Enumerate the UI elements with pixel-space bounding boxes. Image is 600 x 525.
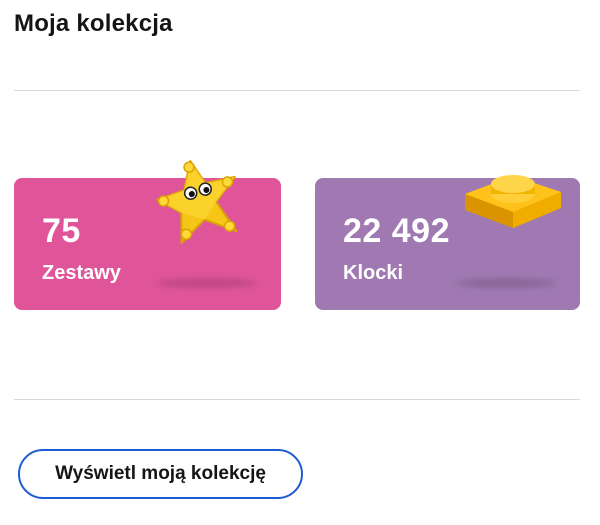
view-my-collection-button[interactable]: Wyświetl moją kolekcję [18, 449, 303, 499]
bricks-count: 22 492 [343, 212, 450, 250]
sets-count: 75 [42, 212, 81, 250]
bricks-card: 22 492 Klocki [315, 175, 580, 310]
sets-label: Zestawy [42, 262, 121, 284]
top-divider [14, 90, 580, 91]
bricks-label: Klocki [343, 262, 404, 284]
sets-figure-shadow [157, 278, 257, 288]
yellow-plate-brick-icon [465, 175, 561, 228]
page-title: Moja kolekcja [14, 10, 173, 37]
bottom-divider [14, 399, 580, 400]
bricks-figure-shadow [456, 278, 556, 288]
sets-card: 75 Zestawy [14, 159, 281, 310]
yellow-star-figure-icon [156, 159, 238, 244]
